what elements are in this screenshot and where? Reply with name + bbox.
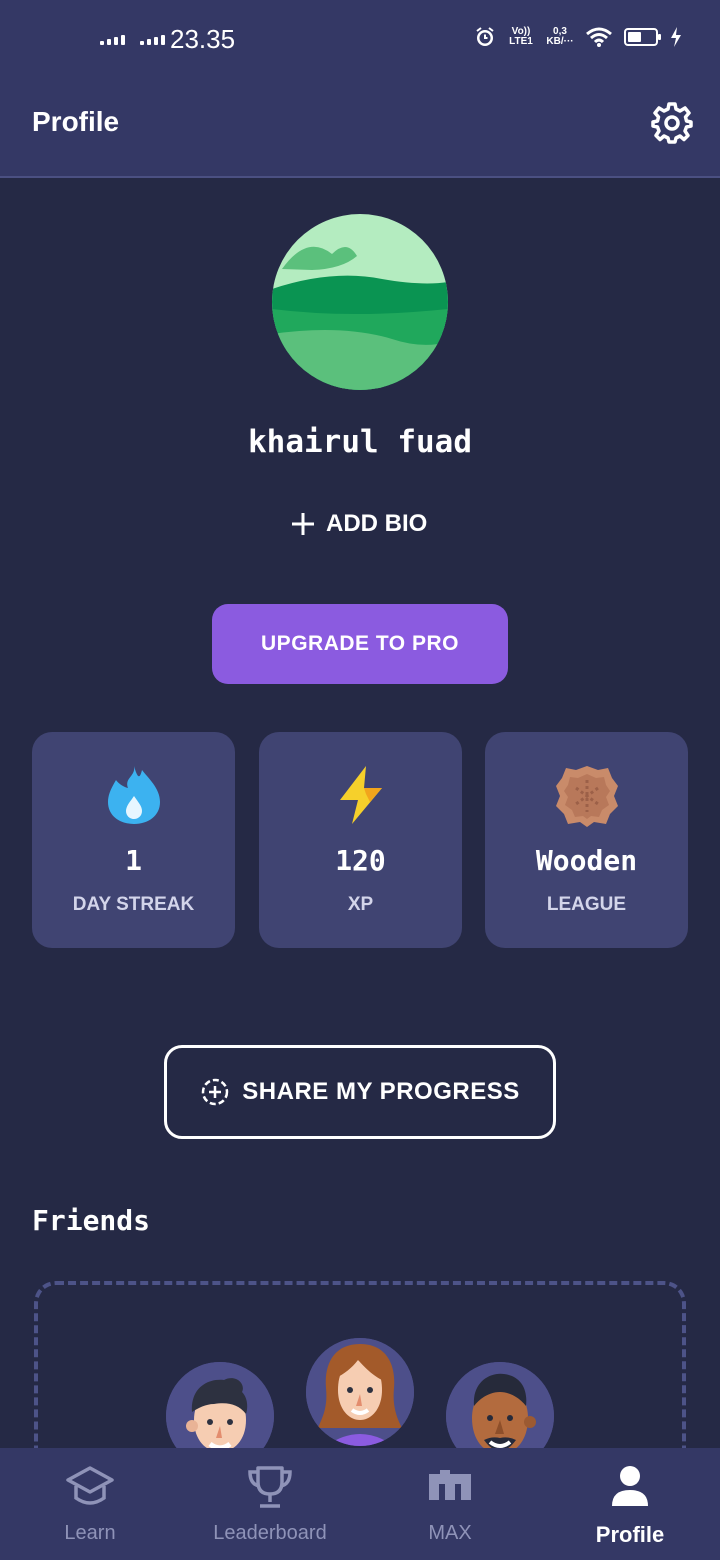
stat-value: 120 [335,844,386,877]
nav-item-learn[interactable]: Learn [0,1448,180,1560]
friends-title: Friends [32,1204,151,1237]
woman-avatar-image [306,1338,414,1446]
person-icon [612,1466,648,1506]
app-header: Profile [0,80,720,178]
friend-avatar [306,1338,414,1446]
user-name: khairul fuad [248,424,472,460]
stat-label: DAY STREAK [72,894,195,915]
page-title: Profile [32,106,120,137]
nav-label: Learn [64,1522,116,1544]
max-logo-icon [429,1470,471,1500]
add-bio-label: ADD BIO [326,510,428,537]
share-progress-button[interactable]: SHARE MY PROGRESS [164,1045,556,1139]
graduation-cap-icon [66,1466,114,1505]
nav-item-profile[interactable]: Profile [540,1448,720,1560]
battery-icon [624,28,661,46]
nav-label: Profile [595,1522,665,1547]
nav-label: MAX [428,1522,472,1544]
stat-value: 1 [125,844,142,877]
stat-label: XP [347,894,374,915]
stat-label: LEAGUE [546,894,627,915]
signal-strength-icon [100,35,125,45]
nav-item-leaderboard[interactable]: Leaderboard [180,1448,360,1560]
plus-icon [292,513,314,535]
landscape-avatar-image [272,214,448,390]
upgrade-label: UPGRADE TO PRO [261,632,459,655]
nav-label: Leaderboard [213,1522,327,1544]
data-speed: 0,3 KB/··· [546,26,574,47]
trophy-icon [248,1466,292,1508]
stat-card-streak: 1 DAY STREAK [32,732,235,948]
share-label: SHARE MY PROGRESS [242,1078,520,1105]
status-icons: Vo)) LTE1 0,3 KB/··· [474,26,682,48]
gear-icon [651,102,693,144]
nav-item-max[interactable]: MAX [360,1448,540,1560]
charging-icon [671,27,681,47]
add-circle-icon [202,1078,229,1106]
network-type: Vo)) LTE1 [509,26,533,47]
water-drop-icon [107,766,160,824]
alarm-icon [476,27,494,46]
settings-button[interactable] [650,100,694,144]
add-bio-button[interactable]: ADD BIO [290,506,427,542]
status-time: 23.35 [170,24,236,54]
wooden-league-badge-icon [555,766,618,827]
upgrade-to-pro-button[interactable]: UPGRADE TO PRO [212,604,508,684]
profile-avatar[interactable] [272,214,448,390]
stat-card-xp: 120 XP [259,732,462,948]
status-bar: 23.35 Vo)) LTE1 0,3 KB/··· [0,0,720,80]
lightning-icon [339,766,382,824]
bottom-navigation: Learn Leaderboard MAX Profile [0,1448,720,1560]
wifi-icon [586,27,612,47]
stat-card-league: Wooden LEAGUE [485,732,688,948]
signal-strength-icon [140,35,165,45]
stat-value: Wooden [535,844,638,877]
